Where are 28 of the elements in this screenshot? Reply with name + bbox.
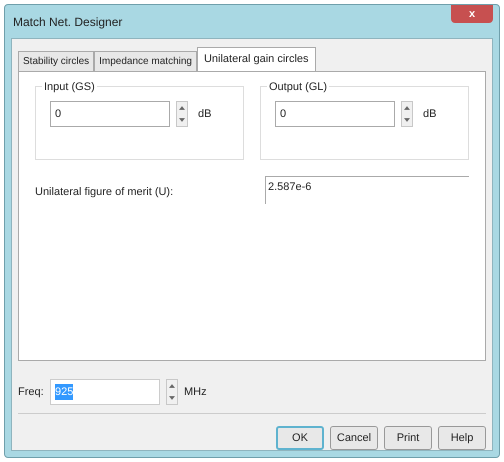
number-field[interactable]: 0 — [275, 101, 395, 127]
down-arrow-icon — [404, 118, 410, 122]
dialog-button[interactable]: OK — [276, 426, 324, 450]
field-label: Freq: — [18, 384, 44, 400]
tab[interactable]: Stability circles — [18, 51, 94, 71]
up-arrow-icon — [169, 384, 175, 388]
close-button[interactable]: x — [451, 5, 493, 23]
group-label: Output (GL) — [267, 79, 330, 96]
unit-label: dB — [423, 106, 436, 122]
dialog-button[interactable]: Cancel — [330, 426, 378, 450]
window-title: Match Net. Designer — [12, 14, 124, 30]
unit-label: MHz — [184, 384, 207, 400]
dialog-button[interactable]: Help — [438, 426, 486, 450]
spin-buttons[interactable] — [176, 101, 188, 127]
number-field[interactable]: 0 — [50, 101, 170, 127]
tab[interactable]: Unilateral gain circles — [196, 47, 316, 71]
spin-buttons[interactable] — [401, 101, 413, 127]
spin-buttons[interactable] — [166, 379, 178, 405]
field-label: Unilateral figure of merit (U): — [35, 185, 174, 200]
group-label: Input (GS) — [42, 79, 97, 96]
dialog-button[interactable]: Print — [384, 426, 432, 450]
value-field: 2.587e-6 — [265, 176, 469, 204]
unit-label: dB — [198, 106, 212, 122]
up-arrow-icon — [404, 106, 410, 110]
tab[interactable]: Impedance matching — [94, 51, 197, 71]
down-arrow-icon — [179, 118, 185, 122]
down-arrow-icon — [169, 396, 175, 400]
up-arrow-icon — [179, 106, 185, 110]
